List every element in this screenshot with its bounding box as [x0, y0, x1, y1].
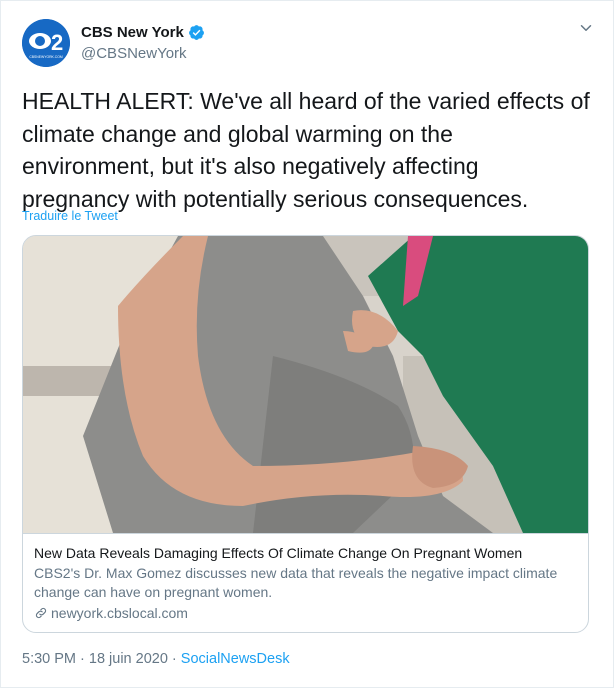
verified-badge-icon	[188, 25, 204, 40]
card-body[interactable]: New Data Reveals Damaging Effects Of Cli…	[23, 533, 588, 632]
meta-separator: ·	[167, 651, 181, 667]
meta-separator: ·	[76, 651, 89, 667]
tweet-date[interactable]: 18 juin 2020	[89, 651, 168, 667]
card-description: CBS2's Dr. Max Gomez discusses new data …	[34, 565, 558, 600]
card-title[interactable]: New Data Reveals Damaging Effects Of Cli…	[34, 544, 577, 562]
link-card[interactable]: New Data Reveals Damaging Effects Of Cli…	[22, 235, 589, 633]
tweet-source-link[interactable]: SocialNewsDesk	[181, 651, 290, 667]
cbs-logo-icon: 2 CBSNEWYORK.COM	[22, 19, 70, 67]
avatar[interactable]: 2 CBSNEWYORK.COM	[22, 19, 70, 67]
card-domain[interactable]: newyork.cbslocal.com	[51, 605, 188, 621]
card-domain-row[interactable]: newyork.cbslocal.com	[34, 605, 577, 621]
avatar-number: 2	[51, 30, 63, 55]
card-image[interactable]	[23, 236, 588, 533]
author-handle[interactable]: @CBSNewYork	[81, 45, 187, 62]
author-name[interactable]: CBS New York	[81, 24, 184, 41]
chevron-down-icon[interactable]	[577, 19, 595, 37]
link-icon	[35, 607, 47, 619]
tweet-container: 2 CBSNEWYORK.COM CBS New York @CBSNewYor…	[0, 0, 614, 688]
tweet-text: HEALTH ALERT: We've all heard of the var…	[22, 88, 590, 212]
translate-link[interactable]: Traduire le Tweet	[22, 209, 118, 223]
tweet-time[interactable]: 5:30 PM	[22, 651, 76, 667]
author-name-row[interactable]: CBS New York	[81, 24, 205, 41]
avatar-subtext: CBSNEWYORK.COM	[29, 55, 63, 59]
tweet-meta: 5:30 PM · 18 juin 2020 · SocialNewsDesk	[22, 651, 290, 667]
